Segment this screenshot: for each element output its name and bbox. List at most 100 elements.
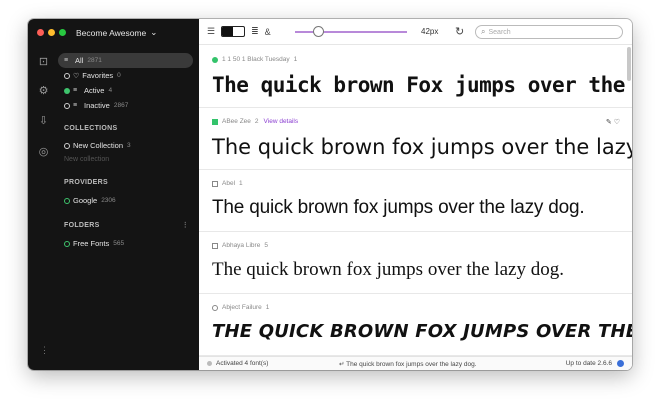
- search-input[interactable]: ⌕ Search: [475, 25, 623, 39]
- zoom-button[interactable]: [59, 29, 66, 36]
- sidebar-item-label: Google: [73, 196, 98, 205]
- color-mode-toggle[interactable]: [221, 26, 246, 37]
- app-title: Become Awesome: [76, 27, 147, 38]
- font-sample: The quick brown Fox jumps over the lazy …: [212, 73, 632, 97]
- font-name: Abject Failure: [222, 304, 262, 311]
- sidebar-item-count: 3: [127, 142, 131, 149]
- list-item[interactable]: Abject Failure 1 The quick brown fox jum…: [199, 294, 632, 356]
- inactive-circle-icon[interactable]: [212, 304, 218, 311]
- gear-icon[interactable]: ⚙: [37, 85, 50, 98]
- inactive-square-icon[interactable]: [212, 180, 218, 187]
- sidebar-item-count: 4: [108, 87, 113, 94]
- font-name: Abhaya Libre: [222, 242, 261, 249]
- status-circle-icon: [64, 72, 70, 79]
- chevron-down-icon: ⌄: [150, 27, 158, 37]
- row-actions: ✎ ♡: [606, 118, 620, 126]
- toolbar: ☰ ≣ & 42px ↻ ⌕ Search: [199, 19, 632, 45]
- status-circle-icon: [64, 102, 70, 109]
- list-icon: ≡: [64, 57, 69, 64]
- font-sample: The quick brown fox jumps over the lazy …: [212, 197, 585, 218]
- sidebar-item-label: New Collection: [73, 141, 124, 150]
- more-vertical-icon[interactable]: ⋮: [182, 221, 189, 229]
- sidebar-item-count: 2867: [113, 102, 129, 109]
- sidebar-item-count: 2306: [101, 197, 116, 204]
- list-icon: ≡: [73, 87, 78, 94]
- window-controls: [37, 29, 66, 36]
- sidebar-item-active[interactable]: ≡ Active 4: [58, 83, 193, 98]
- sidebar-item-google[interactable]: Google 2306: [58, 193, 193, 208]
- pin-icon[interactable]: ✎: [606, 119, 612, 126]
- list-item[interactable]: Abhaya Libre 5 The quick brown fox jumps…: [199, 232, 632, 294]
- list-item[interactable]: 1 1 50 1 Black Tuesday 1 The quick brown…: [199, 46, 632, 108]
- sidebar-item-count: 565: [113, 240, 125, 247]
- view-details-link[interactable]: View details: [264, 118, 299, 125]
- font-name: ABee Zee: [222, 118, 251, 125]
- active-dot-icon: [64, 87, 70, 94]
- text-align-icon[interactable]: ≣: [251, 26, 259, 37]
- style-count: 1: [239, 180, 243, 187]
- sidebar: Become Awesome ⌄ ⊡ ⚙ ⇩ ◎ ≡ All 2871 ♡ Fa…: [28, 19, 199, 370]
- font-sample: The quick brown fox jumps over the lazy …: [212, 135, 632, 159]
- new-collection-input[interactable]: New collection: [58, 153, 193, 165]
- update-status[interactable]: Up to date 2.6.6: [566, 360, 624, 367]
- list-icon: ≡: [73, 102, 78, 109]
- broadcast-icon[interactable]: ◎: [37, 146, 50, 159]
- sidebar-item-label: All: [75, 56, 84, 65]
- preview-text[interactable]: ↵ The quick brown fox jumps over the laz…: [339, 360, 477, 368]
- status-circle-icon: [64, 197, 70, 204]
- list-item[interactable]: Abel 1 The quick brown fox jumps over th…: [199, 170, 632, 232]
- status-bar: Activated 4 font(s) ↵ The quick brown fo…: [199, 356, 632, 370]
- sidebar-item-new-collection[interactable]: New Collection 3: [58, 138, 193, 153]
- style-count: 2: [254, 118, 259, 125]
- sidebar-item-count: 0: [117, 72, 121, 79]
- sidebar-item-label: Inactive: [84, 101, 110, 110]
- glyph-style-icon[interactable]: &: [265, 27, 271, 37]
- collections-heading: COLLECTIONS: [64, 124, 118, 132]
- reload-icon[interactable]: ↻: [455, 25, 464, 38]
- sidebar-nav: ≡ All 2871 ♡ Favorites 0 ≡ Active 4 ≡ In…: [58, 53, 193, 251]
- active-dot-icon[interactable]: [212, 56, 218, 63]
- activated-status: Activated 4 font(s): [207, 360, 268, 367]
- providers-heading: PROVIDERS: [64, 178, 108, 186]
- active-square-icon[interactable]: [212, 118, 218, 125]
- font-sample: The quick brown fox jumps over the lazy …: [212, 321, 632, 342]
- library-icon[interactable]: ⊡: [37, 56, 50, 69]
- style-count: 5: [264, 242, 268, 249]
- main-panel: ☰ ≣ & 42px ↻ ⌕ Search 1 1 50 1 Black Tue…: [199, 19, 632, 370]
- size-label: 42px: [421, 27, 439, 36]
- font-name: Abel: [222, 180, 236, 187]
- size-slider-track[interactable]: [295, 31, 407, 33]
- folders-heading: FOLDERS ⋮: [64, 221, 189, 230]
- status-circle-icon: [64, 240, 70, 247]
- scrollbar[interactable]: [627, 47, 631, 81]
- app-title-menu[interactable]: Become Awesome ⌄: [76, 27, 157, 38]
- heart-icon: ♡: [73, 72, 80, 80]
- list-item[interactable]: ABee Zee 2 View details ✎ ♡ The quick br…: [199, 108, 632, 170]
- sidebar-item-all[interactable]: ≡ All 2871: [58, 53, 193, 68]
- more-vertical-icon[interactable]: ⋮: [40, 345, 49, 356]
- font-sample: The quick brown fox jumps over the lazy …: [212, 259, 564, 280]
- sidebar-item-label: Free Fonts: [73, 239, 110, 248]
- status-dot-icon: [207, 361, 212, 366]
- sidebar-item-inactive[interactable]: ≡ Inactive 2867: [58, 98, 193, 113]
- size-slider-thumb[interactable]: [313, 26, 324, 37]
- minimize-button[interactable]: [48, 29, 55, 36]
- menu-icon[interactable]: ☰: [207, 26, 215, 37]
- sidebar-item-label: Favorites: [82, 71, 114, 80]
- sidebar-item-count: 2871: [87, 57, 102, 64]
- import-icon[interactable]: ⇩: [37, 115, 50, 128]
- sidebar-item-free-fonts[interactable]: Free Fonts 565: [58, 236, 193, 251]
- font-name: 1 1 50 1 Black Tuesday: [222, 56, 290, 63]
- sidebar-item-label: Active: [84, 86, 105, 95]
- close-button[interactable]: [37, 29, 44, 36]
- search-placeholder: Search: [488, 28, 511, 36]
- app-window: Become Awesome ⌄ ⊡ ⚙ ⇩ ◎ ≡ All 2871 ♡ Fa…: [28, 19, 632, 370]
- inactive-square-icon[interactable]: [212, 242, 218, 249]
- search-icon: ⌕: [481, 27, 486, 36]
- app-badge-icon: [617, 360, 624, 367]
- heart-icon[interactable]: ♡: [614, 119, 620, 126]
- font-list: 1 1 50 1 Black Tuesday 1 The quick brown…: [199, 46, 632, 356]
- sidebar-item-favorites[interactable]: ♡ Favorites 0: [58, 68, 193, 83]
- sidebar-rail: ⊡ ⚙ ⇩ ◎: [28, 49, 58, 370]
- style-count: 1: [265, 304, 270, 311]
